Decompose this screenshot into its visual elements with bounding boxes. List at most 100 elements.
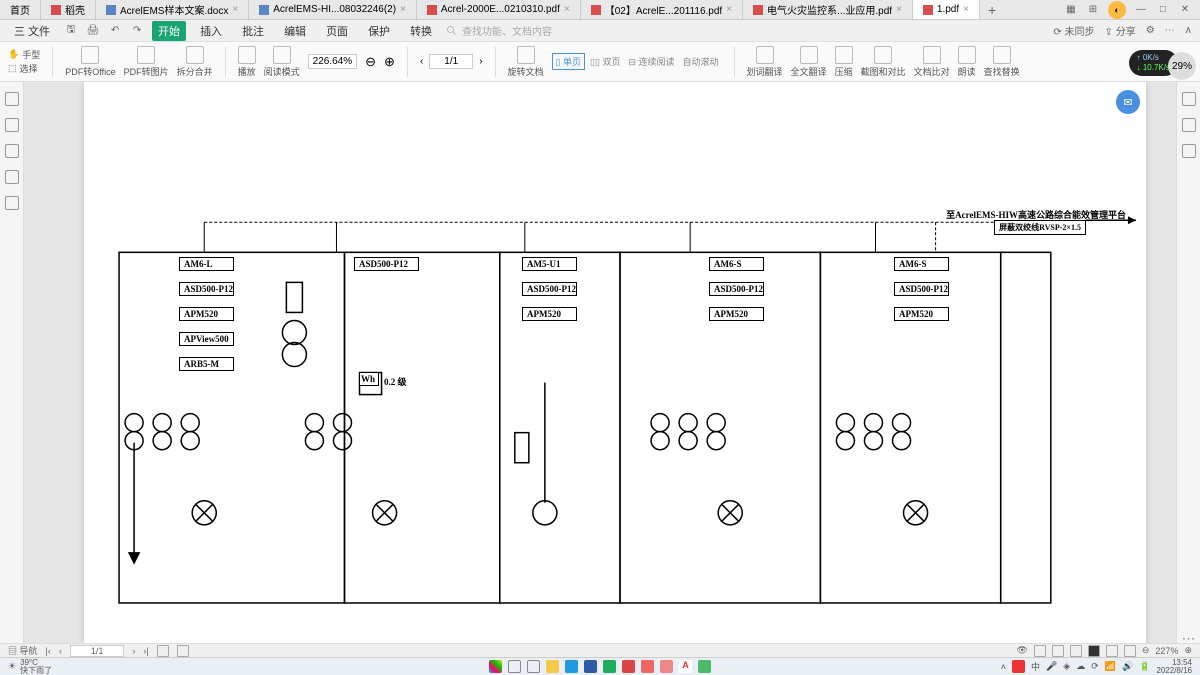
pdf-to-office[interactable]: PDF转Office [65,46,115,78]
user-badge-icon[interactable]: ◐ [1108,1,1126,19]
app-icon[interactable] [584,660,597,673]
thumbnail-icon[interactable] [5,118,19,132]
tab-doc-2[interactable]: Acrel-2000E...0210310.pdf× [417,0,581,19]
attachment-icon[interactable] [5,170,19,184]
last-page-icon[interactable]: ›| [143,646,148,656]
wifi-icon[interactable]: 📶 [1105,661,1116,672]
mic-icon[interactable]: 🎤 [1046,661,1057,672]
read-mode[interactable]: 阅读模式 [264,46,300,78]
wps-icon[interactable] [660,660,673,673]
bookmark-icon[interactable] [5,92,19,106]
close-icon[interactable]: × [896,4,902,15]
ime-icon[interactable]: 中 [1031,660,1040,673]
collapse-icon[interactable]: ∧ [1185,25,1192,36]
compress-button[interactable]: 压缩 [835,46,853,78]
continuous-read[interactable]: ⊟ 连续阅读 [625,54,677,69]
full-translate[interactable]: 全文翻译 [791,46,827,78]
more-icon[interactable]: ⋯ [1165,25,1175,36]
undo-icon[interactable]: ↶ [108,24,122,38]
wps-icon[interactable] [641,660,654,673]
word-translate[interactable]: 划词翻译 [747,46,783,78]
autocad-icon[interactable]: A [679,660,692,673]
find-replace[interactable]: 查找替换 [984,46,1020,78]
split-merge[interactable]: 拆分合并 [177,46,213,78]
view-icon[interactable] [177,645,189,657]
gear-icon[interactable]: ⚙ [1146,25,1155,36]
search-icon[interactable] [508,660,521,673]
prev-page-icon[interactable]: ‹ [59,646,62,656]
tab-doc-4[interactable]: 电气火灾监控系...业应用.pdf× [743,0,913,19]
tab-doc-3[interactable]: 【02】AcrelE...201116.pdf× [581,0,743,19]
select-tool[interactable]: ⬚选择 [8,62,40,75]
battery-icon[interactable]: 🔋 [1139,661,1150,672]
status-page[interactable]: 1/1 [70,645,125,657]
minimize-button[interactable]: — [1134,3,1148,17]
maximize-button[interactable]: □ [1156,3,1170,17]
usage-widget[interactable]: 29% [1168,52,1196,80]
menu-insert[interactable]: 插入 [194,21,228,41]
sync-status[interactable]: ⟳ 未同步 [1053,23,1094,38]
layout-icon[interactable] [1052,645,1064,657]
view-icon[interactable] [157,645,169,657]
close-icon[interactable]: × [564,4,570,15]
weather-widget[interactable]: ☀ 39°C快下雨了 [8,659,52,675]
share-button[interactable]: ⇪ 分享 [1105,23,1136,38]
page-number[interactable]: 1/1 [429,54,473,69]
sogou-icon[interactable] [1012,660,1025,673]
zoom-out-icon[interactable]: ⊖ [365,54,376,70]
status-zoom[interactable]: 227% [1155,646,1178,656]
menu-convert[interactable]: 转换 [404,21,438,41]
file-menu[interactable]: 三 文件 [8,21,56,41]
comment-icon[interactable] [5,144,19,158]
redo-icon[interactable]: ↷ [130,24,144,38]
menu-edit[interactable]: 编辑 [278,21,312,41]
sync-icon[interactable]: ⟳ [1091,661,1099,672]
menu-search[interactable]: 查找功能、文档内容 [446,23,646,38]
next-page-icon[interactable]: › [479,56,482,67]
single-page[interactable]: ▯ 单页 [552,53,585,70]
menu-start[interactable]: 开始 [152,21,186,41]
eye-icon[interactable]: 👁 [1016,645,1027,656]
save-icon[interactable]: 🖫 [64,24,78,38]
edge-icon[interactable] [565,660,578,673]
tab-doc-1[interactable]: AcrelEMS-HI...08032246(2)× [249,0,417,19]
play-icon[interactable] [1088,645,1100,657]
hand-tool[interactable]: ✋手型 [8,48,40,61]
close-icon[interactable]: × [726,4,732,15]
fit-icon[interactable] [1106,645,1118,657]
double-page[interactable]: ▯▯ 双页 [587,54,623,69]
grid-icon[interactable]: ▦ [1064,3,1078,17]
settings-icon[interactable] [1182,144,1196,158]
clock[interactable]: 13:542022/8/16 [1156,659,1192,675]
doc-diff[interactable]: 文档比对 [914,46,950,78]
zoom-in[interactable]: ⊕ [1184,645,1192,656]
next-page-icon[interactable]: › [132,646,135,656]
tab-doc-5[interactable]: 1.pdf× [913,0,980,19]
viewport[interactable]: ✉ [24,82,1176,647]
taskview-icon[interactable] [527,660,540,673]
close-button[interactable]: ✕ [1178,3,1192,17]
apps-icon[interactable]: ⊞ [1086,3,1100,17]
nav-toggle[interactable]: ▤ 导航 [8,644,38,657]
sign-icon[interactable] [5,196,19,210]
layout-icon[interactable] [1070,645,1082,657]
menu-protect[interactable]: 保护 [362,21,396,41]
rotate-button[interactable]: 旋转文档 [508,46,544,78]
zoom-level[interactable]: 226.64% [308,54,357,69]
menu-page[interactable]: 页面 [320,21,354,41]
app-icon[interactable] [698,660,711,673]
wps-icon[interactable] [622,660,635,673]
auto-scroll[interactable]: 自动滚动 [680,54,722,69]
pdf-to-image[interactable]: PDF转图片 [124,46,169,78]
play-button[interactable]: 播放 [238,46,256,78]
app-icon[interactable] [603,660,616,673]
shield-icon[interactable]: ◈ [1063,661,1070,672]
menu-comment[interactable]: 批注 [236,21,270,41]
zoom-out[interactable]: ⊖ [1142,645,1150,656]
close-icon[interactable]: × [963,4,969,15]
fit-icon[interactable] [1124,645,1136,657]
tab-home[interactable]: 首页 [0,0,41,19]
layout-icon[interactable] [1034,645,1046,657]
close-icon[interactable]: × [400,4,406,15]
zoom-tool-icon[interactable] [1182,92,1196,106]
